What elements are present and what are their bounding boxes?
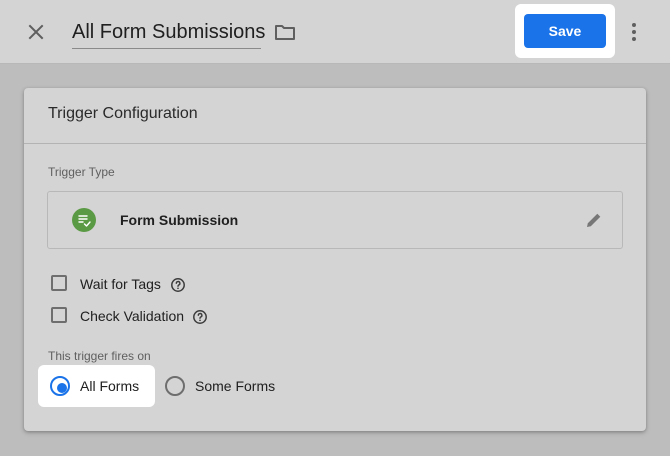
trigger-type-label: Trigger Type bbox=[48, 165, 115, 179]
top-bar: All Form Submissions Save bbox=[0, 0, 670, 64]
save-button[interactable]: Save bbox=[524, 14, 606, 48]
check-validation-option: Check Validation bbox=[51, 307, 251, 329]
radio-selected-icon bbox=[50, 376, 70, 396]
form-submission-icon bbox=[72, 208, 96, 232]
wait-for-tags-checkbox[interactable] bbox=[51, 275, 67, 291]
wait-for-tags-option: Wait for Tags bbox=[51, 275, 251, 297]
edit-icon[interactable] bbox=[584, 210, 604, 230]
trigger-type-selector[interactable]: Form Submission bbox=[47, 191, 623, 249]
some-forms-label: Some Forms bbox=[195, 378, 276, 394]
trigger-type-name: Form Submission bbox=[120, 212, 239, 228]
help-icon[interactable] bbox=[192, 309, 208, 325]
card-title: Trigger Configuration bbox=[48, 105, 198, 122]
check-validation-label: Check Validation bbox=[80, 308, 185, 324]
help-icon[interactable] bbox=[170, 277, 186, 293]
save-button-highlight: Save bbox=[515, 4, 615, 58]
check-validation-checkbox[interactable] bbox=[51, 307, 67, 323]
fires-on-label: This trigger fires on bbox=[48, 349, 151, 363]
more-vert-icon[interactable] bbox=[622, 20, 646, 44]
radio-all-forms[interactable]: All Forms bbox=[50, 376, 150, 396]
trigger-name-field[interactable]: All Form Submissions bbox=[72, 18, 265, 49]
radio-some-forms[interactable]: Some Forms bbox=[165, 376, 285, 396]
close-icon[interactable] bbox=[24, 20, 48, 44]
folder-icon[interactable] bbox=[273, 20, 297, 44]
trigger-configuration-card: Trigger Configuration Trigger Type Form … bbox=[24, 88, 646, 431]
wait-for-tags-label: Wait for Tags bbox=[80, 276, 161, 292]
card-divider bbox=[24, 143, 646, 144]
all-forms-label: All Forms bbox=[80, 378, 140, 394]
radio-unselected-icon bbox=[165, 376, 185, 396]
